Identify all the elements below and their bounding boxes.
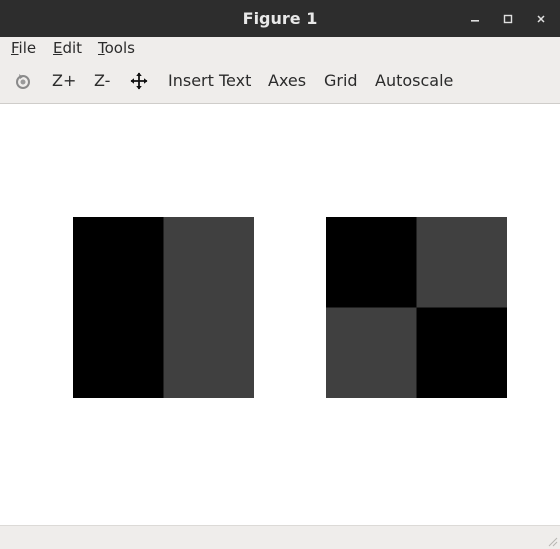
heatmap-1-cell-r1c1	[163, 307, 254, 398]
heatmap-2-cell-r1c1	[416, 307, 507, 398]
resize-grip-icon[interactable]	[544, 533, 558, 547]
status-bar	[0, 525, 560, 549]
title-bar: Figure 1	[0, 0, 560, 38]
figure-canvas[interactable]	[0, 104, 560, 525]
menu-file-mnemonic: F	[11, 39, 19, 57]
menu-edit[interactable]: Edit	[53, 37, 82, 59]
insert-text-button[interactable]: Insert Text	[168, 59, 251, 103]
close-icon	[537, 15, 545, 23]
figure-svg	[73, 217, 507, 398]
rotate-button[interactable]	[14, 72, 32, 90]
pan-icon	[130, 72, 148, 90]
heatmap-1	[73, 217, 254, 398]
zoom-out-button[interactable]: Z-	[94, 59, 110, 103]
menu-tools-mnemonic: T	[98, 39, 105, 57]
maximize-icon	[503, 14, 513, 24]
menu-tools[interactable]: Tools	[98, 37, 135, 59]
heatmap-1-cell-r1c0	[73, 307, 164, 398]
toolbar: Z+ Z- Insert Text Axes Grid Autoscale	[0, 59, 560, 104]
menu-bar: File Edit Tools	[0, 37, 560, 59]
menu-file[interactable]: File	[11, 37, 36, 59]
maximize-button[interactable]	[497, 8, 519, 30]
rotate-icon	[16, 74, 30, 89]
pan-button[interactable]	[130, 72, 148, 90]
heatmap-1-cell-r0c1	[163, 217, 254, 308]
minimize-icon	[471, 20, 479, 22]
heatmap-2-cell-r1c0	[326, 307, 417, 398]
heatmap-2	[326, 217, 507, 398]
menu-edit-label: dit	[62, 39, 83, 57]
heatmap-1-cell-r0c0	[73, 217, 164, 308]
heatmap-2-cell-r0c1	[416, 217, 507, 308]
menu-tools-label: ools	[104, 39, 135, 57]
close-button[interactable]	[530, 8, 552, 30]
zoom-in-button[interactable]: Z+	[52, 59, 76, 103]
axes-button[interactable]: Axes	[268, 59, 306, 103]
menu-file-label: ile	[18, 39, 37, 57]
heatmap-2-cell-r0c0	[326, 217, 417, 308]
grid-button[interactable]: Grid	[324, 59, 358, 103]
minimize-button[interactable]	[464, 8, 486, 30]
autoscale-button[interactable]: Autoscale	[375, 59, 453, 103]
